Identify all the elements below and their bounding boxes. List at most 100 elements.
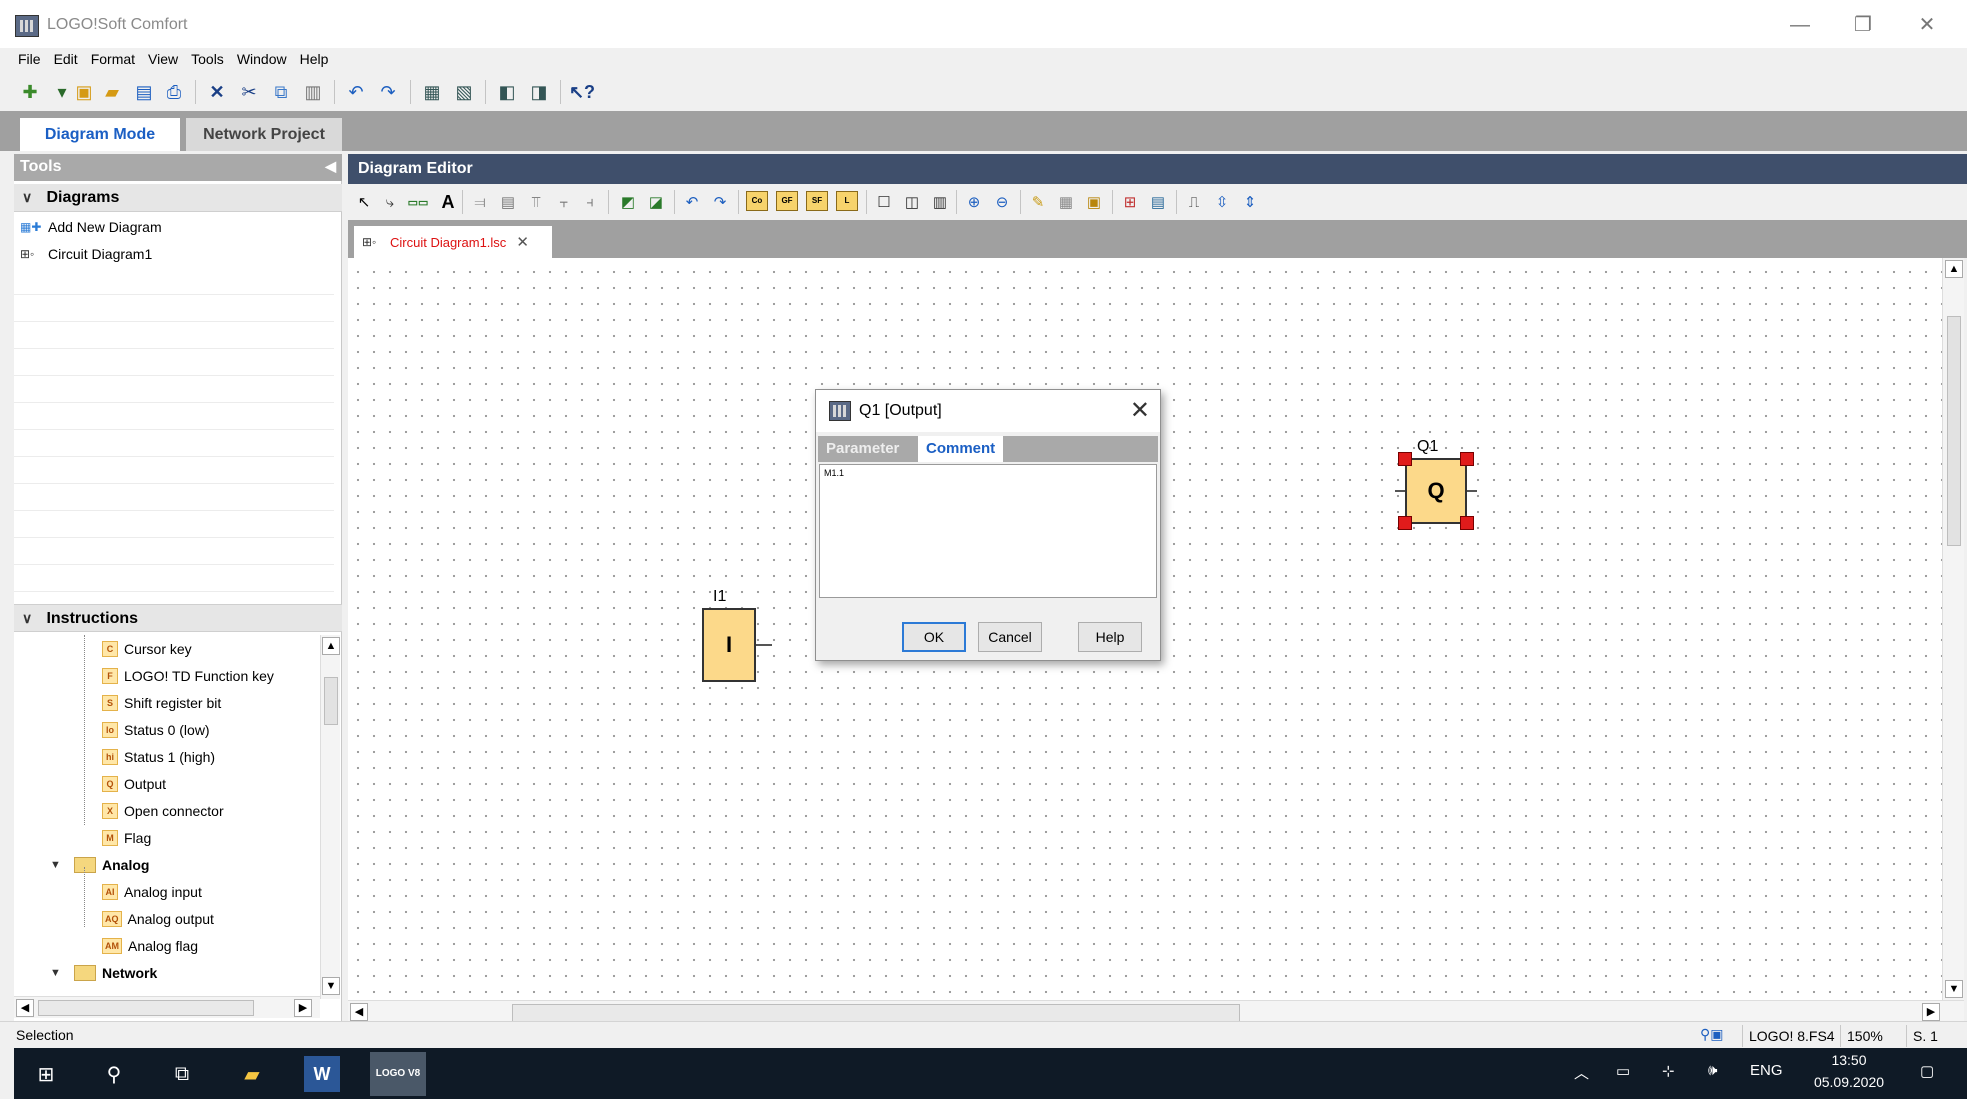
close-tab-icon[interactable]: ✕ [516, 233, 529, 251]
file-explorer-icon[interactable]: ▰ [234, 1056, 270, 1092]
logo-soft-taskbar-icon[interactable]: LOGO V8 [370, 1052, 426, 1096]
scroll-thumb[interactable] [512, 1004, 1240, 1022]
distribute-v-icon[interactable]: ⫞ [578, 190, 602, 214]
connect-tool-icon[interactable]: ⤷ [378, 190, 402, 214]
scroll-up-icon[interactable]: ▲ [1945, 260, 1963, 278]
simulate-icon[interactable]: ▦ [420, 80, 444, 104]
editor-vertical-scrollbar[interactable]: ▲ ▼ [1942, 258, 1964, 1000]
close-button[interactable]: ✕ [1902, 8, 1952, 42]
align-left-icon[interactable]: ⫤ [468, 190, 492, 214]
print-icon[interactable]: ⎙ [162, 80, 186, 104]
pc-to-logo-icon[interactable]: ◧ [495, 80, 519, 104]
windows-start-icon[interactable]: ⊞ [28, 1056, 64, 1092]
dialog-close-icon[interactable]: ✕ [1130, 396, 1150, 425]
new-project-icon[interactable]: ▣ [72, 80, 96, 104]
tree-item-status-low[interactable]: lo Status 0 (low) [102, 716, 210, 743]
udf-icon[interactable]: L [836, 191, 858, 211]
battery-icon[interactable]: ▭ [1616, 1062, 1630, 1080]
resize-handle[interactable] [1460, 516, 1474, 530]
undo-icon[interactable]: ↶ [680, 190, 704, 214]
circuit-diagram-item[interactable]: ⊞◦ Circuit Diagram1 [14, 241, 334, 267]
collapse-icon[interactable]: ⇕ [1238, 190, 1262, 214]
output-block[interactable]: Q [1405, 458, 1467, 524]
redo-icon[interactable]: ↷ [376, 80, 400, 104]
new-diagram-icon[interactable]: ✚ [18, 80, 42, 104]
undo-icon[interactable]: ↶ [344, 80, 368, 104]
cut-icon[interactable]: ✂ [237, 80, 261, 104]
tree-item-analog-flag[interactable]: AM Analog flag [102, 932, 198, 959]
text-tool-icon[interactable]: A [436, 190, 460, 214]
tree-item-analog-input[interactable]: AI Analog input [102, 878, 202, 905]
tab-diagram-mode[interactable]: Diagram Mode [20, 118, 180, 151]
single-view-icon[interactable]: ☐ [872, 190, 896, 214]
diagrams-section-header[interactable]: ∨ Diagrams [14, 184, 342, 212]
tree-item-analog-output[interactable]: AQ Analog output [102, 905, 214, 932]
instructions-section-header[interactable]: ∨ Instructions [14, 604, 342, 632]
tab-comment[interactable]: Comment [918, 436, 1004, 462]
scroll-thumb[interactable] [38, 1000, 254, 1016]
grid-icon[interactable]: ▦ [1054, 190, 1078, 214]
notifications-icon[interactable]: ▢ [1920, 1062, 1934, 1080]
align-top-icon[interactable]: ⫪ [524, 190, 548, 214]
input-block[interactable]: I [702, 608, 756, 682]
resize-handle[interactable] [1398, 452, 1412, 466]
gf-basic-functions-icon[interactable]: GF [776, 191, 798, 211]
tab-circuit-diagram[interactable]: ⊞◦ Circuit Diagram1.lsc ✕ [354, 226, 552, 258]
scroll-down-icon[interactable]: ▼ [322, 977, 340, 995]
help-button[interactable]: Help [1078, 622, 1142, 652]
show-hidden-icons-icon[interactable]: ︿ [1574, 1062, 1589, 1083]
ok-button[interactable]: OK [902, 622, 966, 652]
distribute-h-icon[interactable]: ⫟ [552, 190, 576, 214]
clock-time[interactable]: 13:50 [1814, 1052, 1884, 1068]
scroll-thumb[interactable] [1947, 316, 1961, 546]
tree-item-flag[interactable]: M Flag [102, 824, 151, 851]
block-icon[interactable]: ▣ [1082, 190, 1106, 214]
comment-textarea[interactable]: M1.1 [819, 464, 1157, 598]
network-icon[interactable]: ⊞ [1118, 190, 1142, 214]
output-block-output-pin[interactable] [1467, 490, 1477, 492]
scroll-left-icon[interactable]: ◀ [16, 999, 34, 1017]
zoom-in-icon[interactable]: ⊕ [962, 190, 986, 214]
cut-connection-icon[interactable]: ◩ [616, 190, 640, 214]
constants-tool-icon[interactable]: ▭▭ [406, 190, 430, 214]
save-icon[interactable]: ▤ [132, 80, 156, 104]
expand-icon[interactable]: ⇳ [1210, 190, 1234, 214]
menu-file[interactable]: File [14, 48, 50, 72]
resize-handle[interactable] [1398, 516, 1412, 530]
menu-tools[interactable]: Tools [187, 48, 233, 72]
logo-to-pc-icon[interactable]: ◨ [527, 80, 551, 104]
menu-edit[interactable]: Edit [50, 48, 87, 72]
scroll-down-icon[interactable]: ▼ [1945, 980, 1963, 998]
collapse-arrow-icon[interactable]: ▼ [50, 967, 66, 979]
tree-item-cursor-key[interactable]: C Cursor key [102, 635, 192, 662]
scroll-left-icon[interactable]: ◀ [350, 1003, 368, 1021]
scroll-up-icon[interactable]: ▲ [322, 637, 340, 655]
instructions-vertical-scrollbar[interactable]: ▲ ▼ [320, 635, 340, 999]
menu-format[interactable]: Format [87, 48, 144, 72]
resize-handle[interactable] [1460, 452, 1474, 466]
instructions-horizontal-scrollbar[interactable]: ◀ ▶ [14, 996, 320, 1018]
task-view-icon[interactable]: ⧉ [164, 1056, 200, 1092]
clock-date[interactable]: 05.09.2020 [1804, 1074, 1894, 1090]
new-dropdown-icon[interactable]: ▾ [50, 80, 74, 104]
tree-item-status-high[interactable]: hi Status 1 (high) [102, 743, 215, 770]
add-new-diagram-item[interactable]: ▦✚ Add New Diagram [14, 214, 334, 240]
cancel-button[interactable]: Cancel [978, 622, 1042, 652]
menu-window[interactable]: Window [233, 48, 296, 72]
menu-help[interactable]: Help [296, 48, 338, 72]
select-tool-icon[interactable]: ↖ [352, 190, 376, 214]
print-preview-icon[interactable]: ▤ [1146, 190, 1170, 214]
language-indicator[interactable]: ENG [1750, 1062, 1783, 1079]
output-block-input-pin[interactable] [1395, 490, 1405, 492]
scroll-thumb[interactable] [324, 677, 338, 725]
signal-icon[interactable]: ⎍ [1182, 190, 1206, 214]
input-block-pin[interactable] [756, 644, 772, 646]
split-v-icon[interactable]: ◫ [900, 190, 924, 214]
scroll-right-icon[interactable]: ▶ [1922, 1003, 1940, 1021]
scroll-right-icon[interactable]: ▶ [294, 999, 312, 1017]
open-folder-icon[interactable]: ▰ [100, 80, 124, 104]
zoom-out-icon[interactable]: ⊖ [990, 190, 1014, 214]
delete-icon[interactable]: ✕ [205, 80, 229, 104]
online-test-icon[interactable]: ▧ [452, 80, 476, 104]
join-connection-icon[interactable]: ◪ [644, 190, 668, 214]
